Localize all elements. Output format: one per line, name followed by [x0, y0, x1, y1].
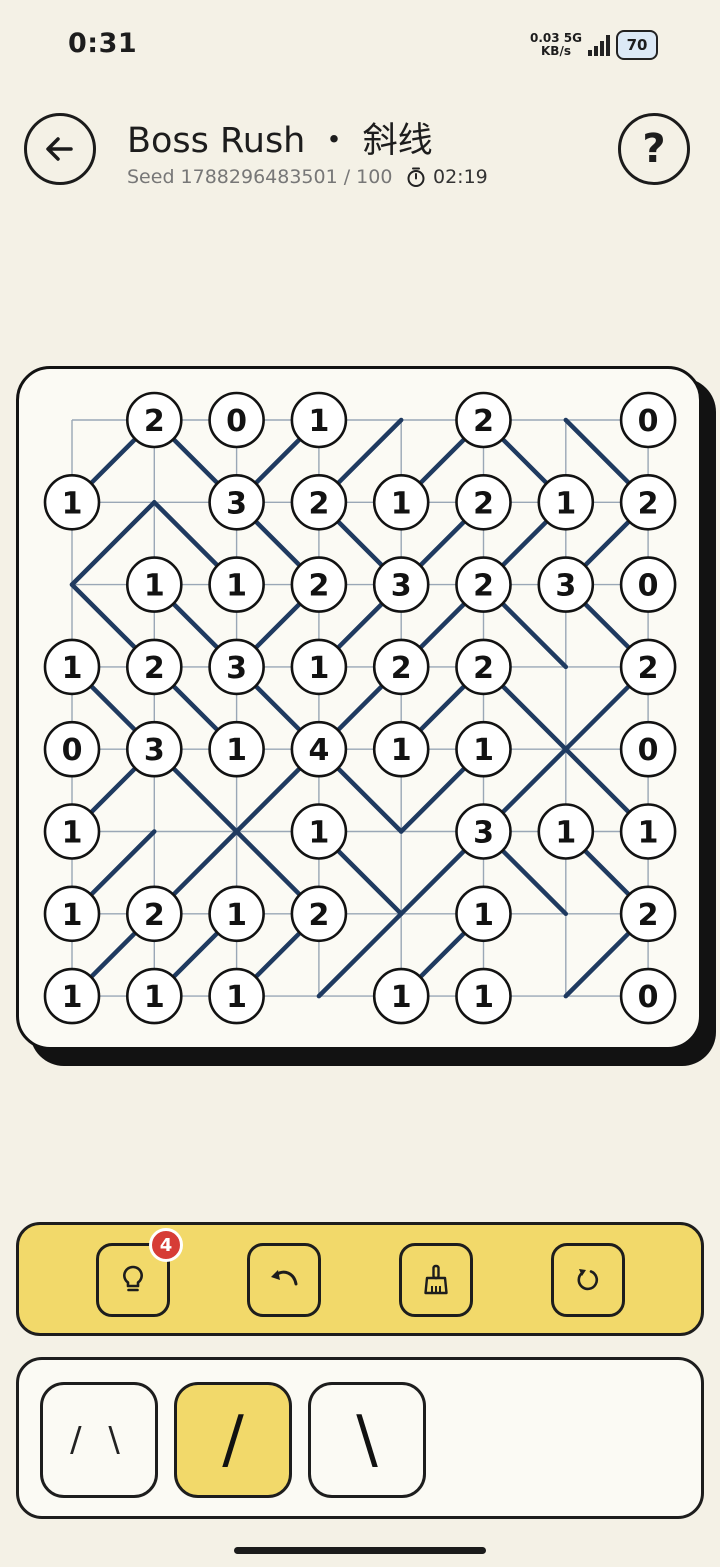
puzzle-grid[interactable]: 2 0 1 2 0 1 3 2 1 2 1 2 1 1 2 3 2 3 0 1 2 3 1 2 2 2 0 3 1 4 1 1 0 1 1 3 1 1 1 2…: [0, 0, 720, 1100]
clue-number: 3: [391, 569, 412, 604]
clue-number: 2: [473, 569, 494, 604]
clue-number: 1: [308, 816, 329, 851]
clue-number: 3: [473, 816, 494, 851]
clue-number: 1: [144, 980, 165, 1015]
clue-number: 1: [144, 569, 165, 604]
clue-number: 2: [638, 486, 659, 521]
clue-number: 3: [226, 651, 247, 686]
clue-number: 1: [62, 816, 83, 851]
clue-number: 0: [638, 980, 659, 1015]
clue-number: 1: [473, 980, 494, 1015]
restart-icon: [577, 1269, 599, 1291]
clue-number: 0: [638, 733, 659, 768]
clue-number: 2: [308, 486, 329, 521]
clue-number: 1: [473, 898, 494, 933]
clue-number: 1: [226, 569, 247, 604]
undo-icon: [271, 1270, 298, 1286]
clue-number: 2: [144, 898, 165, 933]
clue-number: 2: [473, 651, 494, 686]
undo-button[interactable]: [247, 1243, 321, 1317]
restart-button[interactable]: [551, 1243, 625, 1317]
clue-number: 1: [555, 816, 576, 851]
clue-number: 1: [473, 733, 494, 768]
clue-number: 1: [391, 733, 412, 768]
clue-number: 2: [473, 404, 494, 439]
clue-number: 1: [226, 733, 247, 768]
clear-button[interactable]: [399, 1243, 473, 1317]
clue-number: 2: [308, 569, 329, 604]
clue-number: 0: [62, 733, 83, 768]
clue-number: 4: [308, 733, 329, 768]
clue-number: 1: [638, 816, 659, 851]
clue-number: 1: [62, 651, 83, 686]
clue-number: 2: [473, 486, 494, 521]
mode-selector: / \ / \: [16, 1357, 704, 1519]
clue-number: 2: [144, 651, 165, 686]
clue-number: 1: [555, 486, 576, 521]
clue-number: 3: [226, 486, 247, 521]
clue-number: 0: [638, 404, 659, 439]
action-toolbar: 4: [16, 1222, 704, 1336]
clue-number: 1: [62, 486, 83, 521]
clue-number: 2: [144, 404, 165, 439]
clue-number: 0: [638, 569, 659, 604]
hint-count-badge: 4: [149, 1228, 183, 1262]
clue-number: 2: [391, 651, 412, 686]
clue-number: 1: [391, 980, 412, 1015]
clue-number: 1: [62, 898, 83, 933]
clue-number: 1: [391, 486, 412, 521]
clue-number: 2: [638, 898, 659, 933]
lightbulb-icon: [123, 1265, 143, 1292]
broom-icon: [424, 1264, 448, 1295]
mode-slash-button[interactable]: /: [174, 1382, 292, 1498]
clue-number: 2: [308, 898, 329, 933]
clue-number: 2: [638, 651, 659, 686]
clue-number: 3: [144, 733, 165, 768]
home-indicator[interactable]: [234, 1547, 486, 1554]
mode-backslash-button[interactable]: \: [308, 1382, 426, 1498]
mode-both-button[interactable]: / \: [40, 1382, 158, 1498]
clue-number: 1: [62, 980, 83, 1015]
clue-number: 1: [226, 980, 247, 1015]
clue-number: 3: [555, 569, 576, 604]
clue-number: 1: [308, 651, 329, 686]
clue-number: 0: [226, 404, 247, 439]
clue-number: 1: [226, 898, 247, 933]
hint-button[interactable]: 4: [96, 1228, 183, 1317]
clue-number: 1: [308, 404, 329, 439]
